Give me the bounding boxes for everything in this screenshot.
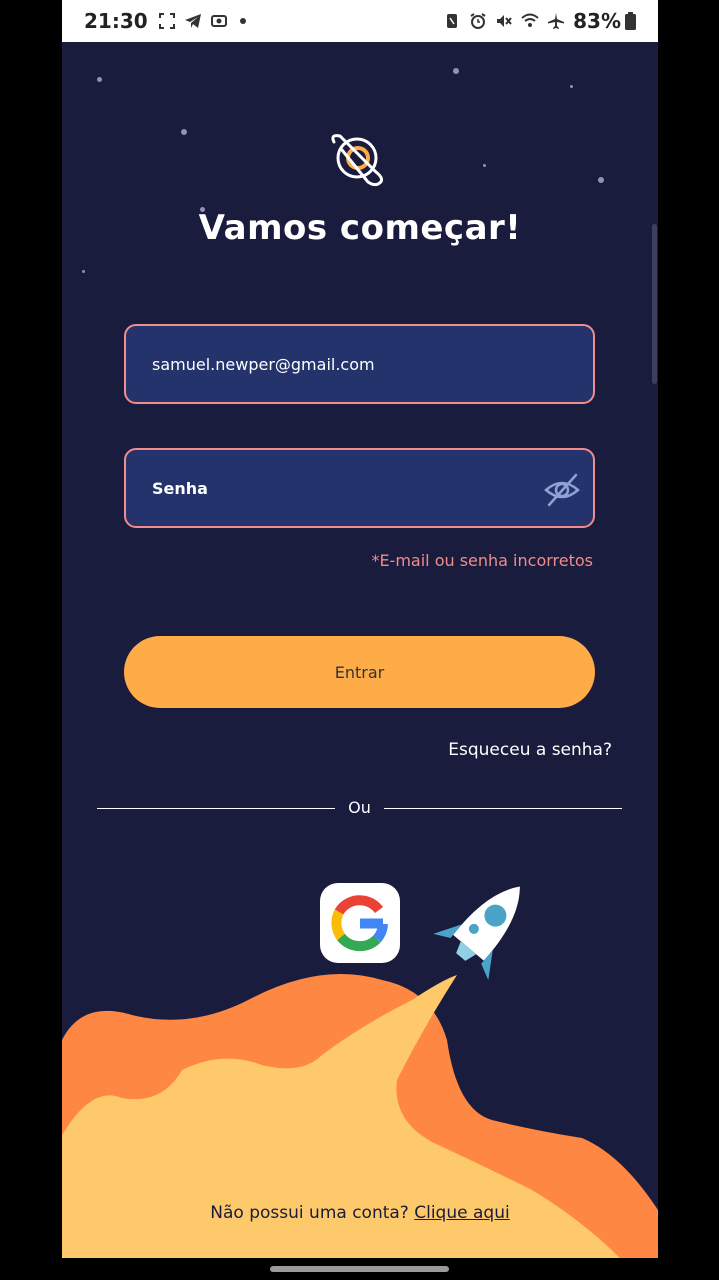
divider-line-left: [97, 808, 335, 809]
status-bar: 21:30 83%: [62, 0, 658, 42]
email-field[interactable]: [124, 324, 595, 404]
alarm-icon: [470, 13, 486, 29]
status-time: 21:30: [84, 9, 148, 33]
error-message: *E-mail ou senha incorretos: [371, 551, 593, 570]
airplane-icon: [548, 13, 565, 29]
star-decoration: [97, 77, 102, 82]
star-decoration: [483, 164, 486, 167]
google-signin-button[interactable]: [320, 883, 400, 963]
password-input[interactable]: [152, 478, 567, 498]
star-decoration: [181, 129, 187, 135]
home-gesture-handle[interactable]: [270, 1266, 449, 1272]
google-logo-icon: [331, 895, 388, 952]
rocket-icon: [433, 886, 520, 981]
wifi-icon: [521, 13, 539, 27]
app-screen: 21:30 83% Vamos começar! samuel.newper@g…: [62, 0, 658, 1280]
page-title: Vamos começar!: [198, 208, 522, 248]
divider-label: Ou: [348, 798, 371, 817]
signup-text: Não possui uma conta?: [210, 1203, 409, 1223]
status-right-icons: 83%: [443, 9, 636, 33]
battery-icon: [625, 12, 636, 30]
forgot-password-link[interactable]: Esqueceu a senha?: [448, 740, 612, 760]
star-decoration: [570, 85, 573, 88]
password-field[interactable]: [124, 448, 595, 528]
signup-prompt: Não possui uma conta? Clique aqui: [62, 1203, 658, 1223]
eye-off-icon[interactable]: [543, 472, 581, 508]
notification-dot-icon: [239, 18, 246, 24]
mute-icon: [497, 15, 512, 27]
login-button[interactable]: Entrar: [124, 636, 595, 708]
divider-line-right: [384, 808, 622, 809]
star-decoration: [82, 270, 85, 273]
signup-link[interactable]: Clique aqui: [414, 1203, 509, 1223]
battery-percent: 83%: [573, 9, 621, 33]
planet-logo-icon: [331, 134, 383, 187]
nfc-icon: [447, 14, 458, 28]
star-decoration: [453, 68, 459, 74]
screenshot-icon: [158, 13, 175, 29]
scroll-indicator[interactable]: [652, 224, 657, 384]
star-decoration: [598, 177, 604, 183]
battery-status: 83%: [573, 9, 636, 33]
email-input[interactable]: [152, 354, 567, 374]
telegram-icon: [184, 14, 201, 28]
status-left-icons: [158, 12, 246, 30]
screen-record-icon: [210, 15, 227, 27]
